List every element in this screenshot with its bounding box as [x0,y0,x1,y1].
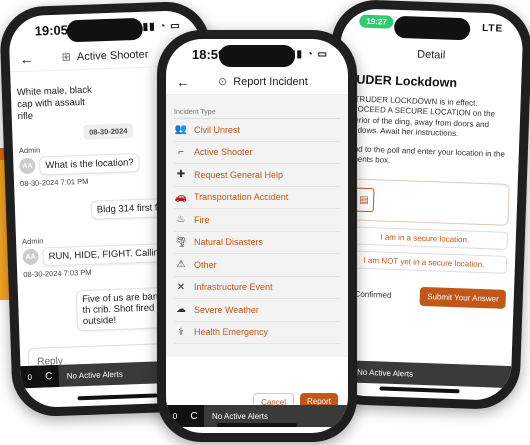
incident-type-item[interactable]: 🌪 Natural Disasters [174,232,340,254]
incident-type-icon: ⚕ [178,326,184,338]
incident-type-item[interactable]: ☁ Severe Weather [174,299,340,322]
detail-body: INTRUDER LOCKDOWN is in effect. PROCEED … [345,94,496,139]
message-text: White male, black cap with assault rifle [16,84,93,122]
report-screen: 18:59 ▮▮ ◔ ▭ ← ⊙ Report Incident Inciden… [166,39,348,433]
incident-type-label: Natural Disasters [194,237,264,248]
incident-type-label: Health Emergency [194,327,269,338]
notch [66,17,144,43]
notch [219,45,295,67]
incident-type-item[interactable]: 🚗 Transportation Accident [174,187,340,209]
incident-type-icon: 👥 [174,124,188,136]
incident-type-label: Active Shooter [194,147,253,158]
incident-type-item[interactable]: ✚ Request General Help [174,164,340,187]
incident-type-icon: ⊞ [61,51,72,64]
incident-type-icon: ✕ [176,281,186,293]
home-indicator [77,393,158,401]
incident-type-label: Severe Weather [194,304,259,315]
incident-type-label: Infrastructure Event [194,282,273,293]
alert-text: No Active Alerts [212,411,269,421]
network-label: LTE [481,22,504,35]
report-header: ← ⊙ Report Incident [166,69,348,95]
message-bubble: What is the location? [39,152,140,176]
status-time: 19:27 [359,14,395,29]
incident-type-label: Fire [194,214,210,225]
incident-type-icon: ✚ [176,169,186,181]
signal-icon: ▮▮ ◔ ▭ [289,48,328,60]
incident-type-item[interactable]: 👥 Civil Unrest [174,119,340,142]
alert-count: 0 [20,365,40,389]
incident-type-item[interactable]: ⌐ Active Shooter [174,142,340,164]
incident-type-item[interactable]: ⚠ Other [174,254,340,277]
avatar: AA [22,248,39,266]
home-indicator [379,386,460,394]
incident-type-label: Other [194,259,217,270]
detail-screen: 19:27 LTE Detail RUDER Lockdown INTRUDER… [328,7,524,402]
refresh-icon[interactable]: C [38,364,60,388]
notch [393,15,471,41]
incident-type-label: Civil Unrest [194,124,241,135]
status-time: 19:05 [34,21,69,39]
answer-row: Not Confirmed Submit Your Answer [331,274,514,319]
alert-text: No Active Alerts [356,367,414,379]
list-label: Incident Type [174,99,340,119]
incident-type-icon: 🚗 [174,191,188,203]
incident-type-list: Incident Type 👥 Civil Unrest ⌐ Active Shoot… [166,95,348,357]
alert-count: 0 [166,405,184,427]
report-icon: ⊙ [218,76,228,88]
incident-type-icon: ⚠ [176,259,186,271]
option-secure[interactable]: I am in a secure location. [341,226,509,251]
incident-type-icon: 🌪 [174,236,188,248]
attachment-card[interactable]: ▤ [342,178,510,227]
incident-type-icon: ⌐ [178,146,184,158]
incident-type-item[interactable]: ⚕ Health Emergency [174,322,340,344]
alert-text: No Active Alerts [66,369,123,381]
submit-button[interactable]: Submit Your Answer [419,287,507,310]
incident-type-label: Request General Help [194,169,284,180]
back-arrow-icon[interactable]: ← [176,74,190,90]
option-not-secure[interactable]: I am NOT yet in a secure location. [340,250,508,275]
detail-instructions: pond to the poll and enter your location… [344,143,506,165]
phone-report: 18:59 ▮▮ ◔ ▭ ← ⊙ Report Incident Inciden… [157,30,357,442]
incident-type-icon: ♨ [176,214,186,226]
incident-type-item[interactable]: ✕ Infrastructure Event [174,277,340,299]
incident-type-item[interactable]: ♨ Fire [174,209,340,232]
back-arrow-icon[interactable]: ← [19,50,34,66]
chat-title: Active Shooter [76,48,149,63]
home-indicator [217,423,297,427]
report-title: Report Incident [233,75,308,88]
avatar: AA [19,157,36,175]
refresh-icon[interactable]: C [184,405,204,427]
incident-type-icon: ☁ [176,304,186,316]
incident-type-label: Transportation Accident [194,192,289,203]
